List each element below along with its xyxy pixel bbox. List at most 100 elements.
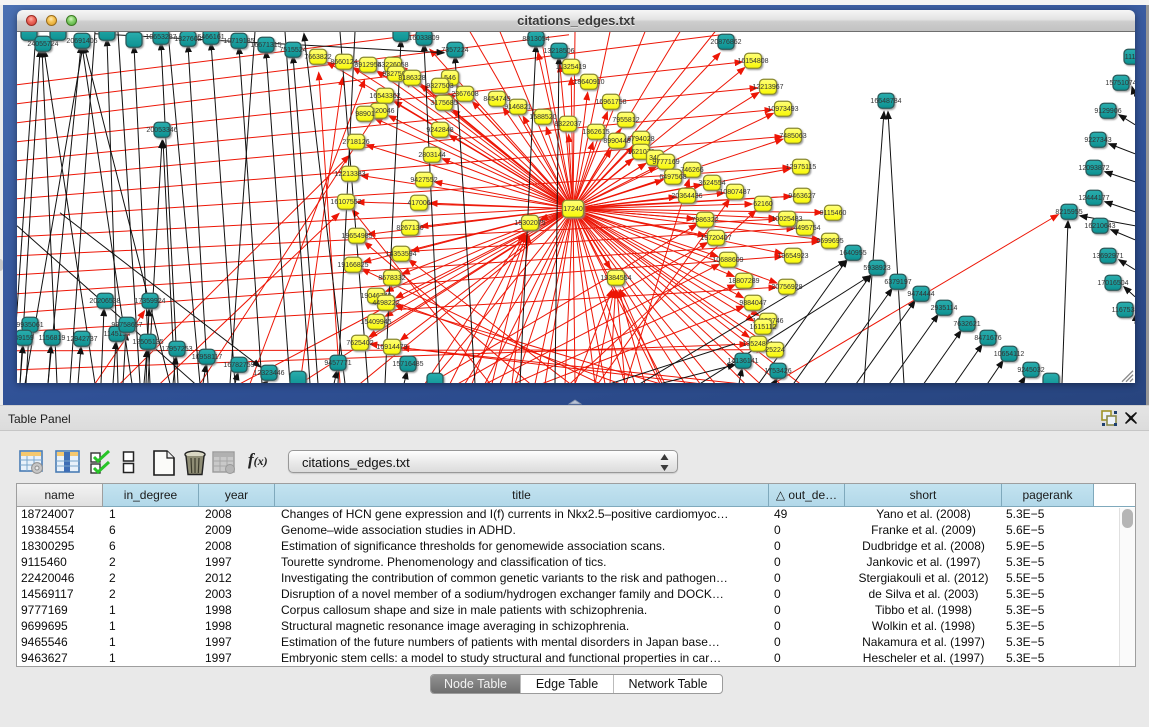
svg-text:9242848: 9242848 (426, 126, 453, 133)
svg-text:12323446: 12323446 (253, 369, 284, 376)
svg-text:15302075: 15302075 (514, 219, 545, 226)
svg-text:15751074: 15751074 (1105, 79, 1135, 86)
svg-text:10654112: 10654112 (994, 350, 1025, 357)
svg-text:9463627: 9463627 (788, 192, 815, 199)
svg-text:1156819: 1156819 (39, 334, 66, 341)
svg-text:14136141: 14136141 (727, 357, 758, 364)
svg-text:11325419: 11325419 (556, 63, 587, 70)
svg-text:8322037: 8322037 (554, 120, 581, 127)
svg-text:1112: 1112 (1125, 53, 1135, 60)
svg-text:16914479: 16914479 (376, 343, 407, 350)
svg-text:7515524: 7515524 (279, 46, 306, 53)
svg-text:7663822: 7663822 (304, 53, 331, 60)
svg-text:9129906: 9129906 (1094, 107, 1121, 114)
svg-text:10973493: 10973493 (767, 105, 798, 112)
svg-text:9884047: 9884047 (739, 299, 766, 306)
svg-text:17016504: 17016504 (1097, 279, 1128, 286)
svg-text:15720407: 15720407 (700, 234, 731, 241)
svg-text:5938923: 5938923 (863, 264, 890, 271)
svg-text:7632621: 7632621 (953, 320, 980, 327)
svg-text:15716485: 15716485 (392, 360, 423, 367)
svg-text:7986322: 7986322 (691, 216, 718, 223)
svg-text:99758657: 99758657 (111, 321, 142, 328)
svg-text:1615112: 1615112 (750, 323, 777, 330)
svg-text:9245032: 9245032 (1017, 366, 1044, 373)
svg-text:20756928: 20756928 (771, 283, 802, 290)
svg-text:16671315: 16671315 (250, 41, 281, 48)
svg-text:62160: 62160 (753, 200, 773, 207)
svg-text:8813054: 8813054 (522, 35, 549, 42)
svg-text:12505135: 12505135 (132, 338, 163, 345)
svg-text:7625402: 7625402 (346, 339, 373, 346)
svg-text:3624554: 3624554 (698, 179, 725, 186)
svg-text:1167533: 1167533 (1112, 306, 1135, 313)
svg-text:16543362: 16543362 (369, 92, 400, 99)
svg-text:16033809: 16033809 (408, 34, 439, 41)
svg-text:7357224: 7357224 (441, 46, 468, 53)
svg-text:9115460: 9115460 (820, 209, 847, 216)
svg-text:20206538: 20206538 (89, 297, 120, 304)
svg-text:16154808: 16154808 (737, 57, 768, 64)
svg-text:7955812: 7955812 (612, 116, 639, 123)
svg-text:10653287: 10653287 (145, 33, 176, 40)
svg-text:9777169: 9777169 (652, 158, 679, 165)
svg-text:9327503: 9327503 (426, 82, 453, 89)
svg-text:12213383: 12213383 (334, 170, 365, 177)
svg-text:8186328: 8186328 (398, 74, 425, 81)
svg-text:1640955: 1640955 (839, 249, 866, 256)
svg-text:10807487: 10807487 (719, 188, 750, 195)
svg-text:2803144: 2803144 (418, 151, 445, 158)
svg-text:20876862: 20876862 (710, 38, 741, 45)
svg-text:9474444: 9474444 (907, 290, 934, 297)
svg-text:10958117: 10958117 (192, 353, 223, 360)
svg-text:10025483: 10025483 (771, 215, 802, 222)
svg-text:1362615: 1362615 (582, 128, 609, 135)
svg-text:8678332: 8678332 (378, 274, 405, 281)
svg-text:14353594: 14353594 (385, 250, 416, 257)
svg-text:15409945: 15409945 (360, 318, 391, 325)
svg-text:8454749: 8454749 (483, 95, 510, 102)
svg-text:7485063: 7485063 (779, 132, 806, 139)
svg-text:9227343: 9227343 (1084, 136, 1111, 143)
svg-text:9146821: 9146821 (504, 103, 531, 110)
svg-text:16961758: 16961758 (595, 98, 626, 105)
svg-text:18807289: 18807289 (728, 277, 759, 284)
svg-text:17957253: 17957253 (161, 345, 192, 352)
svg-text:6379197: 6379197 (884, 278, 911, 285)
svg-text:16782759: 16782759 (223, 361, 254, 368)
svg-text:16648784: 16648784 (870, 97, 901, 104)
svg-text:12213967: 12213967 (752, 83, 783, 90)
svg-text:746266: 746266 (680, 166, 703, 173)
svg-text:39159: 39159 (17, 334, 34, 341)
svg-text:24055724: 24055724 (27, 40, 58, 47)
svg-text:9427552: 9427552 (410, 176, 437, 183)
svg-text:9935061: 9935061 (17, 321, 44, 328)
svg-text:17240: 17240 (563, 205, 583, 212)
svg-text:98901: 98901 (355, 110, 375, 117)
svg-text:8267130: 8267130 (396, 224, 423, 231)
svg-text:13218506: 13218506 (543, 47, 574, 54)
svg-text:12444177: 12444177 (1078, 194, 1109, 201)
svg-text:12093872: 12093872 (1078, 164, 1109, 171)
svg-text:8471676: 8471676 (974, 334, 1001, 341)
svg-text:417006: 417006 (407, 199, 430, 206)
svg-text:9457771: 9457771 (324, 359, 351, 366)
svg-text:3175685: 3175685 (430, 99, 457, 106)
svg-text:25224: 25224 (765, 346, 785, 353)
svg-text:6497568: 6497568 (659, 173, 686, 180)
svg-text:10688609: 10688609 (712, 256, 743, 263)
svg-text:6794028: 6794028 (627, 135, 654, 142)
svg-text:2367608: 2367608 (451, 90, 478, 97)
svg-text:16107552: 16107552 (330, 198, 361, 205)
svg-text:19166825: 19166825 (337, 261, 368, 268)
svg-text:2935114: 2935114 (931, 304, 958, 311)
svg-text:8215955: 8215955 (1055, 208, 1082, 215)
svg-text:13692971: 13692971 (1092, 252, 1123, 259)
svg-text:20364436: 20364436 (671, 192, 702, 199)
svg-text:17359924: 17359924 (134, 297, 165, 304)
svg-text:20053346: 20053346 (146, 126, 177, 133)
svg-text:12975115: 12975115 (786, 163, 817, 170)
svg-text:19384554: 19384554 (600, 274, 631, 281)
svg-text:9699695: 9699695 (816, 237, 843, 244)
svg-text:19654923: 19654923 (777, 252, 808, 259)
